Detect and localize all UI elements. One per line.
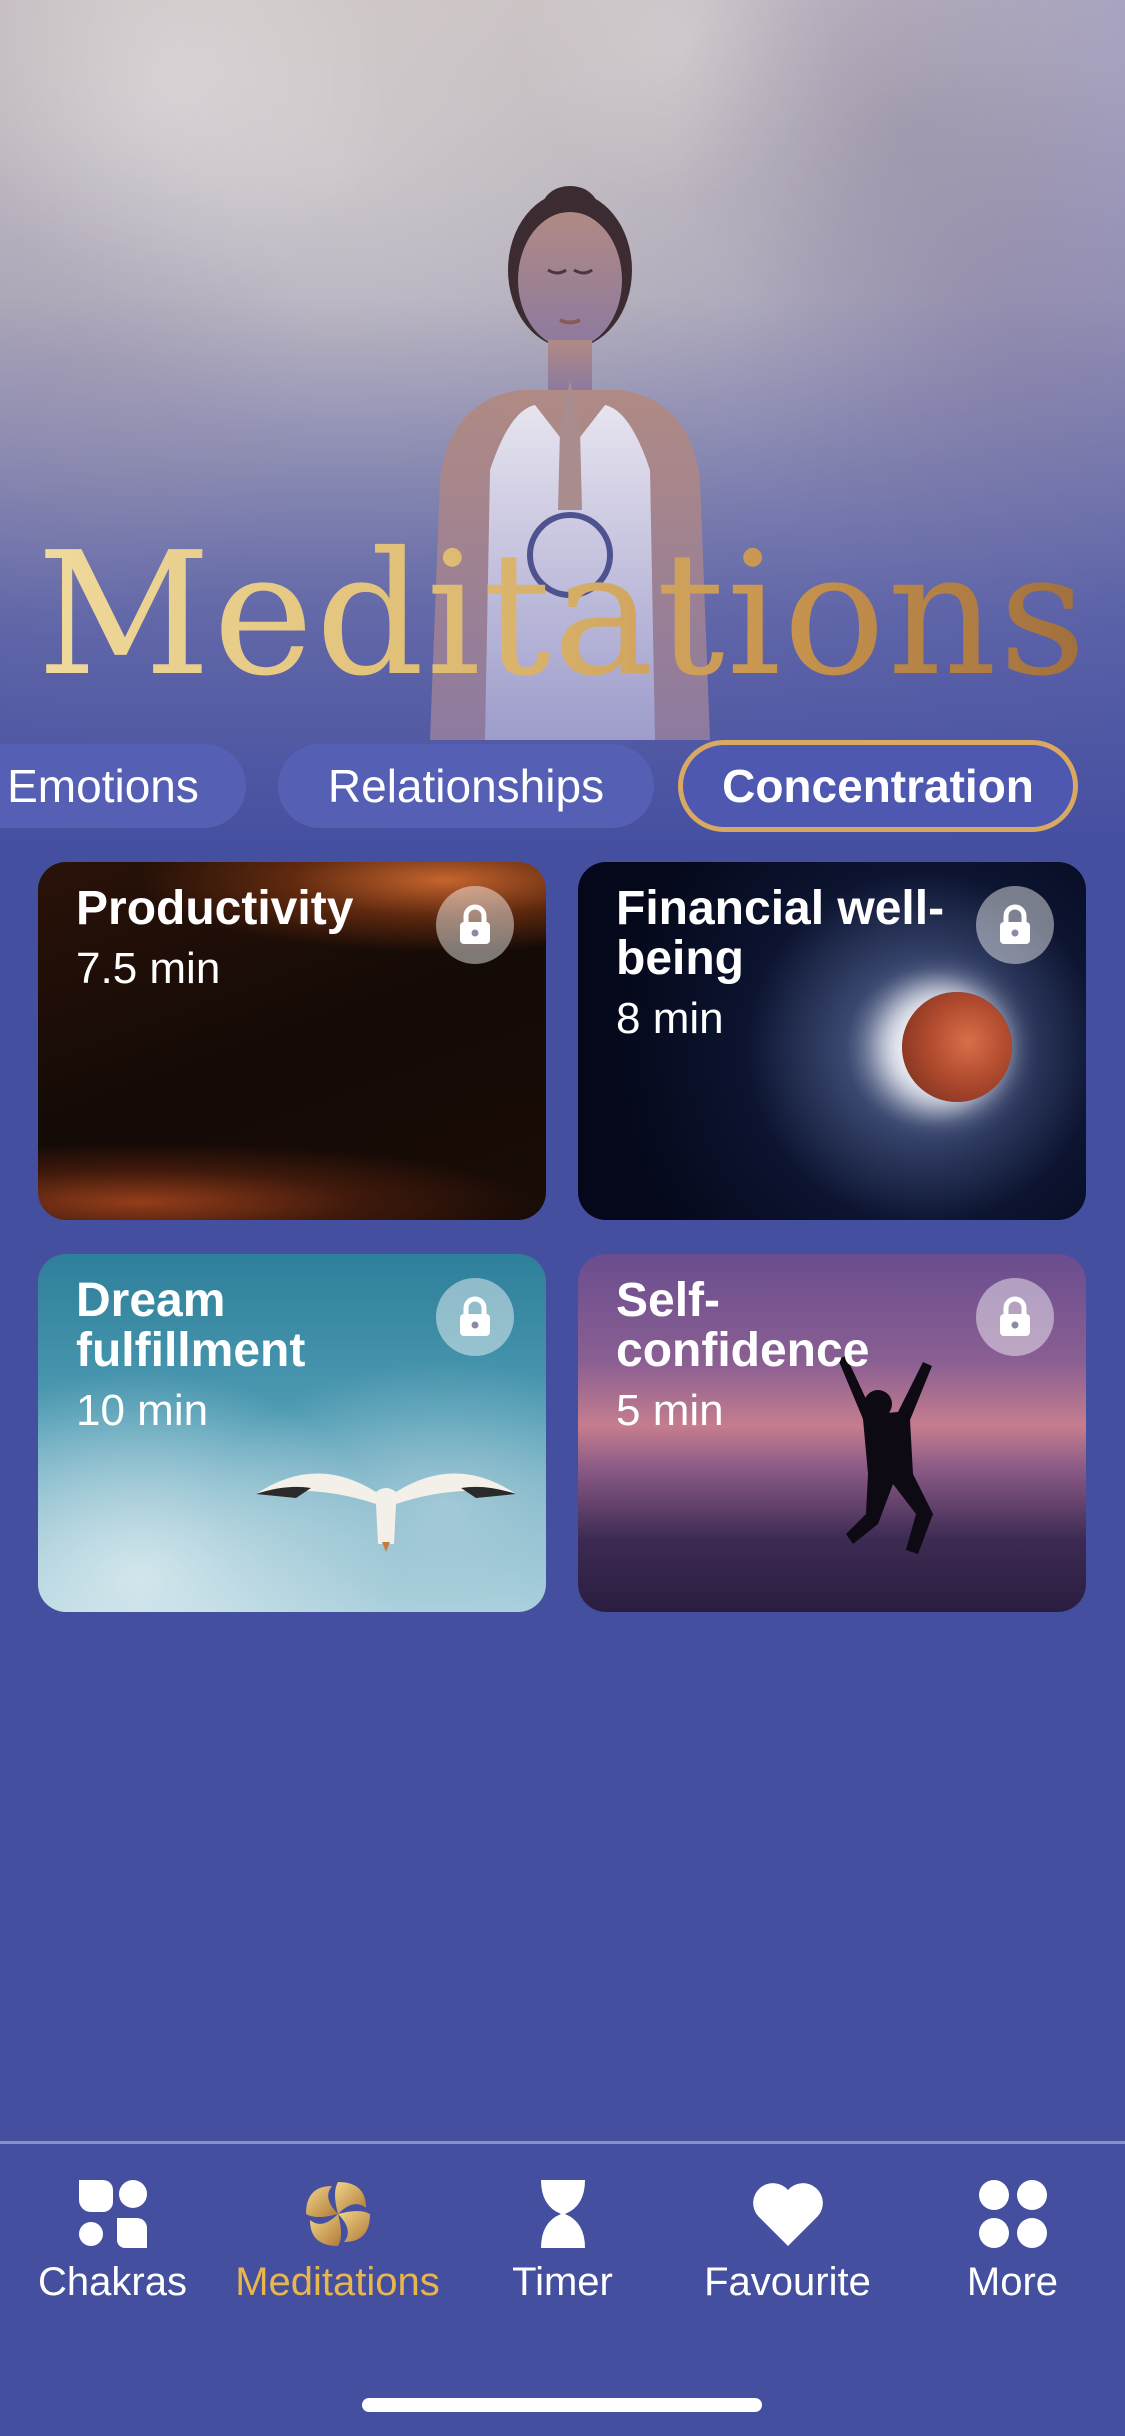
card-duration: 10 min (76, 1386, 209, 1435)
nav-label: Timer (512, 2260, 613, 2304)
chakras-icon (0, 2174, 225, 2254)
tab-emotions[interactable]: Emotions (0, 744, 246, 828)
nav-label: Chakras (38, 2260, 187, 2304)
nav-label: More (966, 2260, 1059, 2304)
tab-relationships[interactable]: Relationships (278, 744, 654, 828)
nav-timer[interactable]: Timer (450, 2174, 675, 2305)
card-duration: 8 min (616, 994, 724, 1043)
card-duration: 7.5 min (76, 944, 221, 993)
seagull-image (256, 1473, 516, 1552)
meditation-card-productivity[interactable]: Productivity 7.5 min (38, 862, 546, 1220)
hourglass-icon (450, 2174, 675, 2254)
card-title: Dream fulfillment (76, 1274, 306, 1377)
meditation-card-self-confidence[interactable]: Self-confidence 5 min (578, 1254, 1086, 1612)
home-indicator (362, 2398, 762, 2412)
lock-icon (976, 1278, 1054, 1356)
more-grid-icon (900, 2174, 1125, 2254)
category-tabs: Emotions Relationships Concentration (0, 740, 1125, 840)
page-title: Meditations (0, 530, 1125, 700)
lock-icon (436, 1278, 514, 1356)
lock-icon (976, 886, 1054, 964)
bottom-nav: Chakras Meditations Timer Favourite More (0, 2141, 1125, 2436)
heart-icon (675, 2174, 900, 2254)
nav-favourite[interactable]: Favourite (675, 2174, 900, 2305)
tab-concentration[interactable]: Concentration (678, 740, 1078, 832)
nav-label: Favourite (704, 2260, 871, 2304)
meditations-icon (225, 2174, 450, 2254)
meditation-card-financial-wellbeing[interactable]: Financial well-being 8 min (578, 862, 1086, 1220)
nav-more[interactable]: More (900, 2174, 1125, 2305)
nav-label: Meditations (235, 2260, 440, 2304)
lock-icon (436, 886, 514, 964)
card-title: Productivity (76, 882, 354, 935)
nav-chakras[interactable]: Chakras (0, 2174, 225, 2305)
card-title: Financial well-being (616, 882, 945, 985)
meditation-card-dream-fulfillment[interactable]: Dream fulfillment 10 min (38, 1254, 546, 1612)
nav-meditations[interactable]: Meditations (225, 2174, 450, 2305)
card-duration: 5 min (616, 1386, 724, 1435)
hero-banner: Meditations (0, 0, 1125, 850)
card-title: Self-confidence (616, 1274, 870, 1377)
